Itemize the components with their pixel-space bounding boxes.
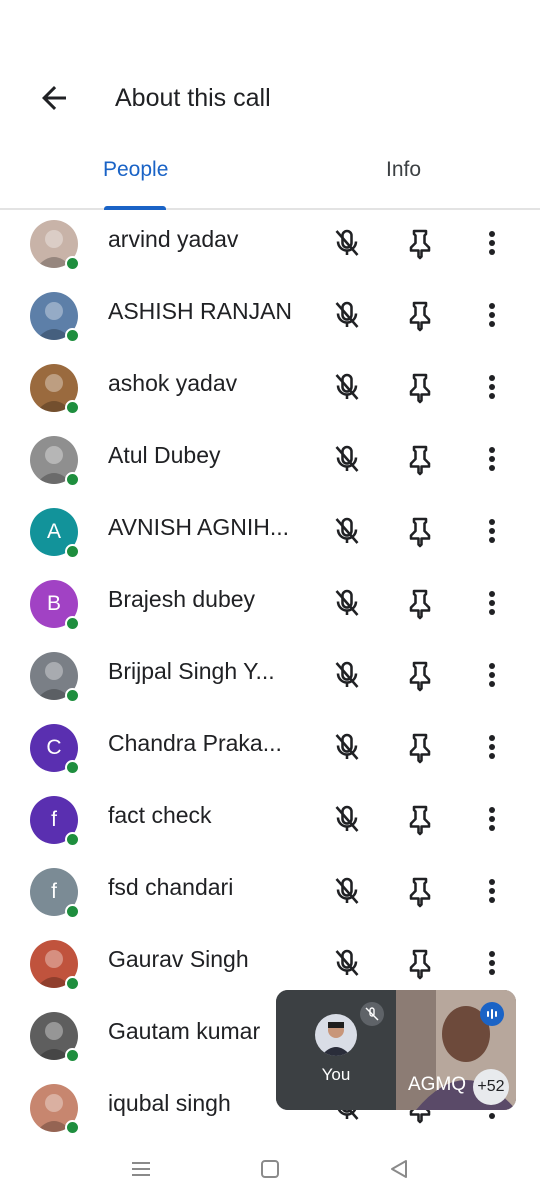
online-status-dot [65, 1048, 80, 1063]
participant-row[interactable]: f fsd chandari [0, 856, 540, 928]
online-status-dot [65, 256, 80, 271]
mic-off-icon[interactable] [329, 297, 365, 333]
pin-icon[interactable] [402, 657, 438, 693]
pin-icon[interactable] [402, 945, 438, 981]
participant-name: arvind yadav [108, 226, 239, 252]
participant-row[interactable]: A AVNISH AGNIH... [0, 496, 540, 568]
online-status-dot [65, 1120, 80, 1135]
more-vert-icon[interactable] [474, 441, 510, 477]
back-triangle-icon[interactable] [384, 1154, 414, 1184]
page-title: About this call [115, 84, 271, 112]
pin-icon[interactable] [402, 513, 438, 549]
online-status-dot [65, 688, 80, 703]
participant-name: AVNISH AGNIH... [108, 514, 290, 540]
more-vert-icon[interactable] [474, 945, 510, 981]
participant-name: fact check [108, 802, 212, 828]
system-nav-bar [0, 1140, 540, 1200]
online-status-dot [65, 904, 80, 919]
participant-name: fsd chandari [108, 874, 234, 900]
participant-name: Brajesh dubey [108, 586, 256, 612]
pip-self-tile[interactable]: You [276, 990, 396, 1110]
pip-window[interactable]: You AGMQ +52 [276, 990, 516, 1110]
mic-off-icon [360, 1002, 384, 1026]
self-avatar [315, 1014, 357, 1056]
online-status-dot [65, 472, 80, 487]
mic-off-icon[interactable] [329, 873, 365, 909]
online-status-dot [65, 544, 80, 559]
pin-icon[interactable] [402, 585, 438, 621]
participant-name: Chandra Praka... [108, 730, 282, 756]
pin-icon[interactable] [402, 369, 438, 405]
pin-icon[interactable] [402, 801, 438, 837]
participant-name: Atul Dubey [108, 442, 221, 468]
more-vert-icon[interactable] [474, 657, 510, 693]
participant-row[interactable]: B Brajesh dubey [0, 568, 540, 640]
online-status-dot [65, 976, 80, 991]
menu-icon[interactable] [126, 1154, 156, 1184]
pin-icon[interactable] [402, 225, 438, 261]
participant-name: ASHISH RANJAN [108, 298, 293, 324]
online-status-dot [65, 400, 80, 415]
mic-off-icon[interactable] [329, 513, 365, 549]
pin-icon[interactable] [402, 441, 438, 477]
mic-off-icon[interactable] [329, 945, 365, 981]
mic-off-icon[interactable] [329, 729, 365, 765]
more-vert-icon[interactable] [474, 873, 510, 909]
back-arrow-icon[interactable] [36, 80, 72, 116]
online-status-dot [65, 832, 80, 847]
mic-off-icon[interactable] [329, 225, 365, 261]
tab-info[interactable]: Info [386, 158, 421, 182]
participant-row[interactable]: ashok yadav [0, 352, 540, 424]
speaking-indicator-icon [480, 1002, 504, 1026]
participant-name: ashok yadav [108, 370, 238, 396]
tab-bar: People Info [0, 150, 540, 210]
participant-row[interactable]: arvind yadav [0, 208, 540, 280]
pip-speaker-tile[interactable]: AGMQ +52 [396, 990, 516, 1110]
more-vert-icon[interactable] [474, 297, 510, 333]
pip-speaker-label: AGMQ [408, 1074, 467, 1095]
more-vert-icon[interactable] [474, 585, 510, 621]
more-vert-icon[interactable] [474, 801, 510, 837]
more-vert-icon[interactable] [474, 513, 510, 549]
mic-off-icon[interactable] [329, 369, 365, 405]
more-vert-icon[interactable] [474, 369, 510, 405]
more-vert-icon[interactable] [474, 729, 510, 765]
home-icon[interactable] [255, 1154, 285, 1184]
participant-row[interactable]: Atul Dubey [0, 424, 540, 496]
pip-self-label: You [321, 1065, 351, 1084]
online-status-dot [65, 760, 80, 775]
online-status-dot [65, 616, 80, 631]
pin-icon[interactable] [402, 297, 438, 333]
participant-row[interactable]: C Chandra Praka... [0, 712, 540, 784]
mic-off-icon[interactable] [329, 441, 365, 477]
pin-icon[interactable] [402, 729, 438, 765]
more-vert-icon[interactable] [474, 225, 510, 261]
participant-name: Gaurav Singh [108, 946, 249, 972]
mic-off-icon[interactable] [329, 657, 365, 693]
participant-name: Brijpal Singh Y... [108, 658, 275, 684]
extra-participants-badge: +52 [473, 1069, 509, 1105]
tab-people[interactable]: People [103, 158, 168, 182]
pin-icon[interactable] [402, 873, 438, 909]
participant-row[interactable]: f fact check [0, 784, 540, 856]
participant-row[interactable]: Brijpal Singh Y... [0, 640, 540, 712]
top-app-bar: About this call [0, 60, 540, 140]
mic-off-icon[interactable] [329, 585, 365, 621]
participant-row[interactable]: ASHISH RANJAN [0, 280, 540, 352]
online-status-dot [65, 328, 80, 343]
mic-off-icon[interactable] [329, 801, 365, 837]
